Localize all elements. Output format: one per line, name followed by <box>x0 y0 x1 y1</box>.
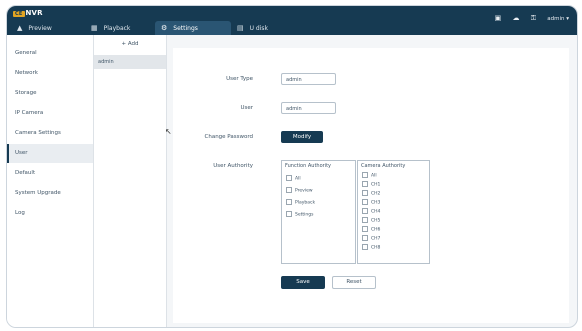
logo-badge: CE <box>13 11 25 17</box>
function-authority-title: Function Authority <box>285 163 331 169</box>
camera-ch4-checkbox[interactable]: CH4 <box>362 208 380 215</box>
user-field[interactable]: admin <box>281 102 336 114</box>
camera-ch8-label: CH8 <box>371 245 381 251</box>
u-disk-icon: ▤ <box>237 24 244 32</box>
change-password-label: Change Password <box>204 134 254 140</box>
sidebar-item-system-upgrade[interactable]: System Upgrade <box>7 184 93 203</box>
preview-icon: ▲ <box>17 24 23 32</box>
camera-authority-title: Camera Authority <box>361 163 406 169</box>
sidebar-item-storage[interactable]: Storage <box>7 84 93 103</box>
checkbox-icon <box>362 208 368 214</box>
camera-ch4-label: CH4 <box>371 209 381 215</box>
camera-ch1-checkbox[interactable]: CH1 <box>362 181 380 188</box>
settings-sidebar: General Network Storage IP Camera Camera… <box>7 35 94 327</box>
camera-all-label: All <box>371 173 377 179</box>
checkbox-icon <box>362 172 368 178</box>
user-type-field[interactable]: admin <box>281 73 336 85</box>
checkbox-icon <box>362 181 368 187</box>
sidebar-item-user[interactable]: User <box>7 144 93 163</box>
save-disk-icon[interactable]: ▣ <box>495 14 502 22</box>
checkbox-icon <box>286 187 292 193</box>
tab-settings[interactable]: ⚙ Settings <box>155 21 231 35</box>
checkbox-icon <box>362 199 368 205</box>
function-all-checkbox[interactable]: All <box>286 175 301 182</box>
checkbox-icon <box>362 217 368 223</box>
user-label: User <box>240 105 253 111</box>
sidebar-item-log[interactable]: Log <box>7 204 93 223</box>
checkbox-icon <box>362 235 368 241</box>
camera-ch1-label: CH1 <box>371 182 381 188</box>
camera-ch6-label: CH6 <box>371 227 381 233</box>
tab-playback[interactable]: ▦ Playback <box>89 21 149 35</box>
tab-preview[interactable]: ▲ Preview <box>13 21 73 35</box>
function-playback-label: Playback <box>295 200 316 206</box>
camera-ch6-checkbox[interactable]: CH6 <box>362 226 380 233</box>
tab-settings-label: Settings <box>173 25 198 32</box>
modify-button[interactable]: Modify <box>281 131 323 143</box>
camera-ch7-checkbox[interactable]: CH7 <box>362 235 380 242</box>
camera-authority-box: Camera Authority All CH1 CH2 CH3 CH4 CH5… <box>357 160 430 264</box>
camera-ch7-label: CH7 <box>371 236 381 242</box>
camera-ch5-label: CH5 <box>371 218 381 224</box>
sidebar-item-general[interactable]: General <box>7 44 93 63</box>
function-settings-checkbox[interactable]: Settings <box>286 211 313 218</box>
user-authority-label: User Authority <box>213 163 253 169</box>
function-authority-box: Function Authority All Preview Playback … <box>281 160 356 264</box>
function-settings-label: Settings <box>295 212 314 218</box>
checkbox-icon <box>362 226 368 232</box>
sidebar-item-network[interactable]: Network <box>7 64 93 83</box>
function-playback-checkbox[interactable]: Playback <box>286 199 315 206</box>
checkbox-icon <box>286 199 292 205</box>
tab-playback-label: Playback <box>103 25 131 32</box>
user-type-label: User Type <box>226 76 253 82</box>
camera-ch2-label: CH2 <box>371 191 381 197</box>
sidebar-item-ip-camera[interactable]: IP Camera <box>7 104 93 123</box>
tab-u-disk-label: U disk <box>249 25 268 32</box>
tab-preview-label: Preview <box>28 25 52 32</box>
tab-u-disk[interactable]: ▤ U disk <box>235 21 287 35</box>
camera-ch2-checkbox[interactable]: CH2 <box>362 190 380 197</box>
cloud-icon[interactable]: ☁ <box>512 14 519 22</box>
add-user-button[interactable]: + Add <box>94 41 166 47</box>
checkbox-icon <box>362 190 368 196</box>
playback-icon: ▦ <box>91 24 98 32</box>
settings-icon: ⚙ <box>161 24 168 32</box>
logo: CE NVR <box>13 9 43 17</box>
function-all-label: All <box>295 176 301 182</box>
lock-icon[interactable]: ⚿ <box>531 14 536 23</box>
user-settings-form: User Type admin User admin Change Passwo… <box>173 48 569 323</box>
mouse-cursor-icon: ↖ <box>165 127 172 136</box>
checkbox-icon <box>286 211 292 217</box>
user-menu[interactable]: admin ▾ <box>547 16 569 22</box>
app-window: CE NVR ▲ Preview ▦ Playback ⚙ Settings ▤ U di… <box>6 5 578 328</box>
logo-text: NVR <box>25 9 43 17</box>
user-list-item[interactable]: admin <box>94 55 166 69</box>
camera-ch5-checkbox[interactable]: CH5 <box>362 217 380 224</box>
function-preview-label: Preview <box>295 188 313 194</box>
function-preview-checkbox[interactable]: Preview <box>286 187 313 194</box>
camera-ch3-checkbox[interactable]: CH3 <box>362 199 380 206</box>
top-bar-actions: ▣ ☁ ⚿ admin ▾ <box>486 14 569 23</box>
checkbox-icon <box>286 175 292 181</box>
save-button[interactable]: Save <box>281 276 325 289</box>
checkbox-icon <box>362 244 368 250</box>
top-bar: CE NVR ▲ Preview ▦ Playback ⚙ Settings ▤ U di… <box>7 6 577 35</box>
camera-ch8-checkbox[interactable]: CH8 <box>362 244 380 251</box>
sidebar-item-camera-settings[interactable]: Camera Settings <box>7 124 93 143</box>
camera-all-checkbox[interactable]: All <box>362 172 377 179</box>
user-list-panel: + Add admin <box>94 35 167 327</box>
sidebar-item-default[interactable]: Default <box>7 164 93 183</box>
reset-button[interactable]: Reset <box>332 276 376 289</box>
camera-ch3-label: CH3 <box>371 200 381 206</box>
